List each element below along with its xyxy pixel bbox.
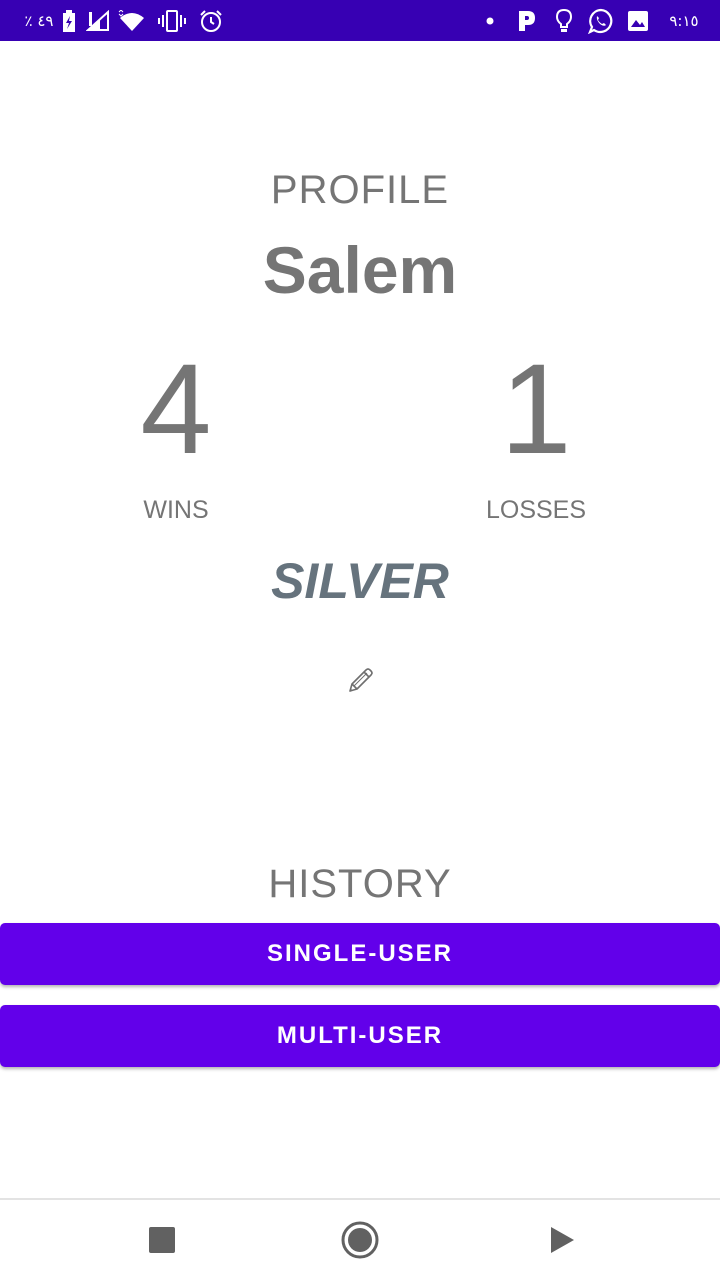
home-record-icon[interactable]	[320, 1200, 400, 1280]
losses-label: LOSSES	[485, 496, 587, 524]
wifi-icon	[114, 0, 150, 41]
navigation-bar	[0, 1198, 720, 1280]
wins-count: 4	[140, 338, 212, 481]
losses-count: 1	[500, 338, 572, 481]
status-bar: ٪ ٤٩ ٩:١٥	[0, 0, 720, 41]
signal-icon	[84, 0, 112, 41]
wins-label: WINS	[143, 496, 209, 524]
rank-label: SILVER	[271, 553, 449, 609]
pencil-icon[interactable]	[344, 665, 376, 697]
parking-app-icon	[512, 0, 540, 41]
battery-icon	[58, 0, 80, 41]
notification-dot-icon	[482, 0, 498, 41]
battery-percent: ٪ ٤٩	[24, 11, 54, 30]
play-icon[interactable]	[522, 1200, 602, 1280]
single-user-button[interactable]: SINGLE-USER	[0, 923, 720, 985]
history-heading: HISTORY	[268, 862, 452, 906]
profile-heading: PROFILE	[270, 168, 450, 212]
vibrate-icon	[156, 0, 188, 41]
image-icon	[624, 0, 652, 41]
alarm-icon	[196, 0, 226, 41]
multi-user-button[interactable]: MULTI-USER	[0, 1005, 720, 1067]
whatsapp-icon	[586, 0, 616, 41]
stop-icon[interactable]	[122, 1200, 202, 1280]
clock-time: ٩:١٥	[669, 11, 699, 30]
lightbulb-icon	[550, 0, 578, 41]
profile-name: Salem	[262, 233, 458, 307]
